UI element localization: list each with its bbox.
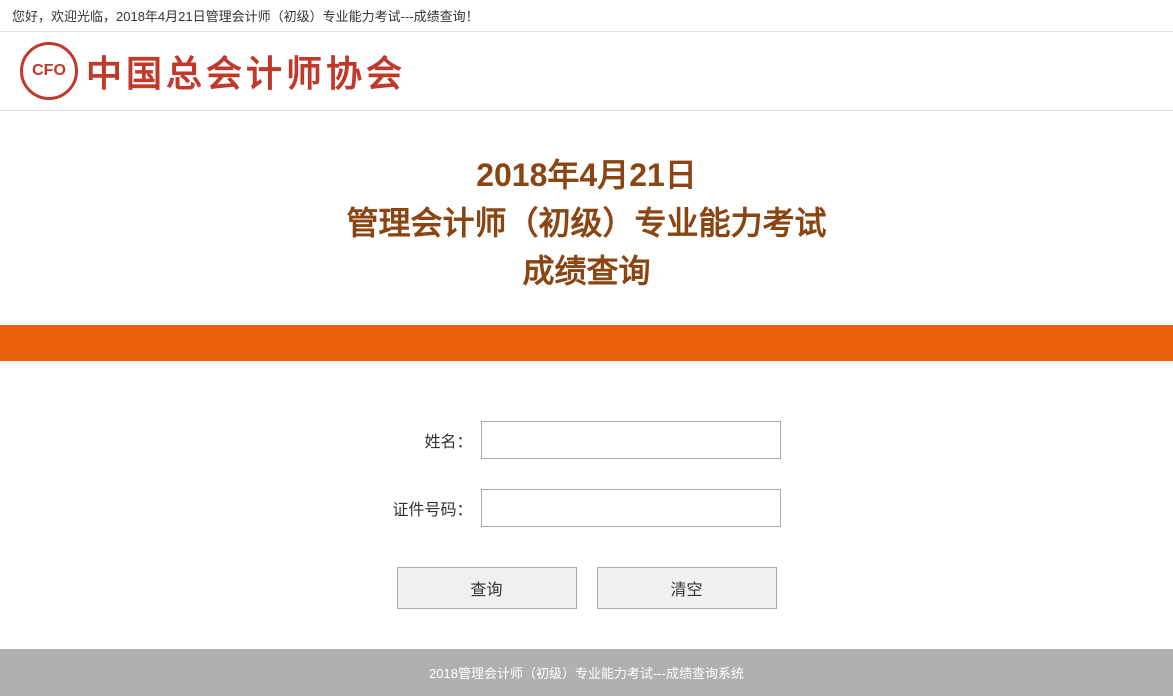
footer: 2018管理会计师（初级）专业能力考试---成绩查询系统 <box>0 649 1173 696</box>
orange-divider-bar <box>0 325 1173 361</box>
title-section: 2018年4月21日 管理会计师（初级）专业能力考试 成绩查询 <box>0 111 1173 325</box>
name-row: 姓名： <box>393 421 781 459</box>
cfo-label: CFO <box>32 62 66 80</box>
id-input[interactable] <box>481 489 781 527</box>
org-name: 中国总会计师协会 <box>86 45 406 97</box>
notification-text: 您好，欢迎光临，2018年4月21日管理会计师（初级）专业能力考试---成绩查询… <box>12 9 479 24</box>
footer-text: 2018管理会计师（初级）专业能力考试---成绩查询系统 <box>429 666 744 681</box>
name-input[interactable] <box>481 421 781 459</box>
id-label: 证件号码： <box>393 496 473 520</box>
logo-container: CFO 中国总会计师协会 <box>20 42 406 100</box>
form-section: 姓名： 证件号码： 查询 清空 <box>0 361 1173 649</box>
name-label: 姓名： <box>393 428 473 452</box>
title-line1: 2018年4月21日 <box>476 157 697 193</box>
title-line2: 管理会计师（初级）专业能力考试 <box>346 205 826 241</box>
notification-bar: 您好，欢迎光临，2018年4月21日管理会计师（初级）专业能力考试---成绩查询… <box>0 0 1173 32</box>
page-title: 2018年4月21日 管理会计师（初级）专业能力考试 成绩查询 <box>20 151 1153 295</box>
title-line3: 成绩查询 <box>522 253 650 289</box>
query-button[interactable]: 查询 <box>397 567 577 609</box>
id-row: 证件号码： <box>393 489 781 527</box>
cfo-badge: CFO <box>20 42 78 100</box>
buttons-row: 查询 清空 <box>397 567 777 609</box>
clear-button[interactable]: 清空 <box>597 567 777 609</box>
header: CFO 中国总会计师协会 <box>0 32 1173 111</box>
